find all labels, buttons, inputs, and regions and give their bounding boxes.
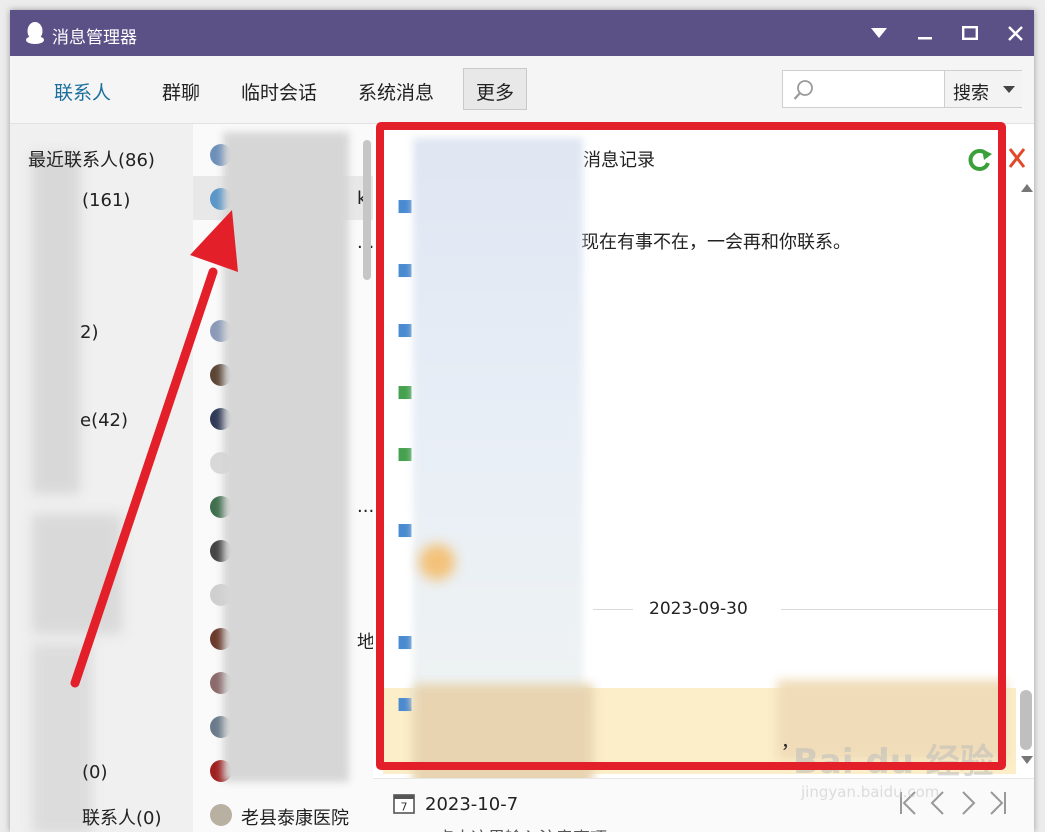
date-divider-line [781, 609, 1001, 610]
tab-contacts[interactable]: 联系人 [54, 78, 111, 105]
sender-marker-icon: ■ [397, 320, 414, 340]
group-item[interactable]: 2) [80, 322, 98, 343]
sender-marker-icon: ■ [397, 632, 414, 652]
search-button-label: 搜索 [953, 83, 989, 104]
minimize-icon [918, 37, 932, 40]
watermark-brand: Bai du 经验 [793, 742, 994, 782]
svg-text:7: 7 [401, 801, 408, 814]
maximize-button[interactable] [955, 18, 985, 48]
close-icon [1007, 25, 1023, 41]
notes-input-hint[interactable]: 点击这里输入注意事项 [437, 824, 607, 832]
delete-icon[interactable] [1007, 146, 1027, 170]
sender-marker-icon: ■ [397, 520, 414, 540]
blurred-contact-names [223, 132, 349, 782]
group-recent-contacts[interactable]: 最近联系人(86) [28, 146, 155, 172]
close-button[interactable] [1000, 18, 1030, 48]
blurred-names [32, 154, 80, 494]
tab-temp-session[interactable]: 临时会话 [241, 78, 317, 105]
contact-list: k ... ... 地 老县泰康医院 [193, 124, 375, 832]
contact-name-fragment: ... [357, 496, 375, 517]
avatar[interactable] [210, 804, 232, 826]
tab-system-messages[interactable]: 系统消息 [358, 78, 434, 105]
sender-marker-icon: ■ [397, 196, 414, 216]
date-divider-line [593, 609, 633, 610]
blurred-emoji [419, 544, 455, 580]
watermark-url: jingyan.baidu.com [801, 783, 940, 801]
sender-marker-icon: ■ [397, 260, 414, 280]
group-item[interactable]: (0) [82, 762, 108, 783]
search-button[interactable]: 搜索 [944, 71, 1022, 107]
contact-list-scrollbar[interactable] [363, 140, 371, 280]
triangle-down-icon [871, 28, 887, 38]
calendar-icon[interactable]: 7 [393, 792, 415, 814]
blurred-names [32, 514, 122, 634]
group-item[interactable]: 联系人(0) [82, 804, 162, 830]
search-icon [793, 80, 813, 100]
title-bar: 消息管理器 [10, 10, 1034, 56]
tab-bar: 联系人 群聊 临时会话 系统消息 更多 搜索 [10, 56, 1034, 124]
message-record-header: 消息记录 [583, 150, 655, 171]
contact-group-list: 最近联系人(86) (161) 2) e(42) (0) 联系人(0) [10, 124, 193, 832]
qq-penguin-icon [26, 22, 44, 44]
message-manager-window: 消息管理器 联系人 群聊 临时会话 系统消息 更多 搜索 最近联系人(86) (… [10, 10, 1034, 832]
search-dropdown-arrow-icon[interactable] [1003, 86, 1015, 93]
tab-more[interactable]: 更多 [463, 68, 528, 110]
dropdown-menu-button[interactable] [864, 18, 894, 48]
group-item[interactable]: (161) [82, 190, 130, 211]
search-input[interactable] [819, 74, 939, 104]
date-separator: 2023-09-30 [649, 599, 748, 619]
contact-name: 老县泰康医院 [241, 808, 349, 829]
scroll-up-icon[interactable] [1021, 182, 1033, 192]
blurred-message-content [413, 138, 583, 708]
sender-marker-icon: ■ [397, 382, 414, 402]
window-title: 消息管理器 [52, 28, 137, 48]
baidu-jingyan-watermark: Bai du 经验 jingyan.baidu.com [793, 734, 1033, 801]
search-box: 搜索 [782, 70, 1022, 108]
selected-date[interactable]: 2023-10-7 [425, 794, 518, 815]
auto-reply-message: 现在有事不在，一会再和你联系。 [581, 232, 851, 253]
sender-marker-icon: ■ [397, 694, 414, 714]
tab-group-chat[interactable]: 群聊 [162, 78, 200, 105]
minimize-button[interactable] [910, 18, 940, 48]
sender-marker-icon: ■ [397, 444, 414, 464]
group-item[interactable]: e(42) [80, 410, 128, 431]
maximize-icon [962, 26, 978, 40]
message-record-panel: 消息记录 现在有事不在，一会再和你联系。 ■ ■ ■ ■ ■ ■ ■ ■ ， 2… [373, 124, 1034, 832]
refresh-icon[interactable] [967, 146, 993, 172]
